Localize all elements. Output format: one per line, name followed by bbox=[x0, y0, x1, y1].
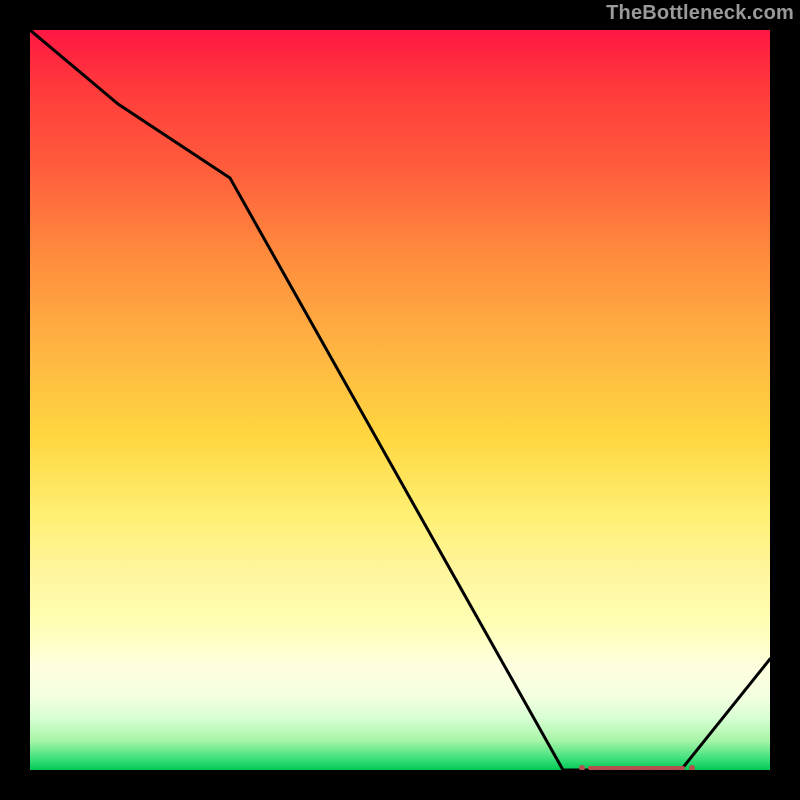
plot-area bbox=[30, 30, 770, 770]
bottom-marker-dot-right bbox=[689, 765, 695, 770]
watermark-text: TheBottleneck.com bbox=[606, 2, 794, 25]
bottom-marker-dot-left bbox=[579, 765, 585, 770]
chart-stage: TheBottleneck.com bbox=[0, 0, 800, 800]
bottleneck-curve bbox=[30, 30, 770, 770]
curve-svg bbox=[30, 30, 770, 770]
